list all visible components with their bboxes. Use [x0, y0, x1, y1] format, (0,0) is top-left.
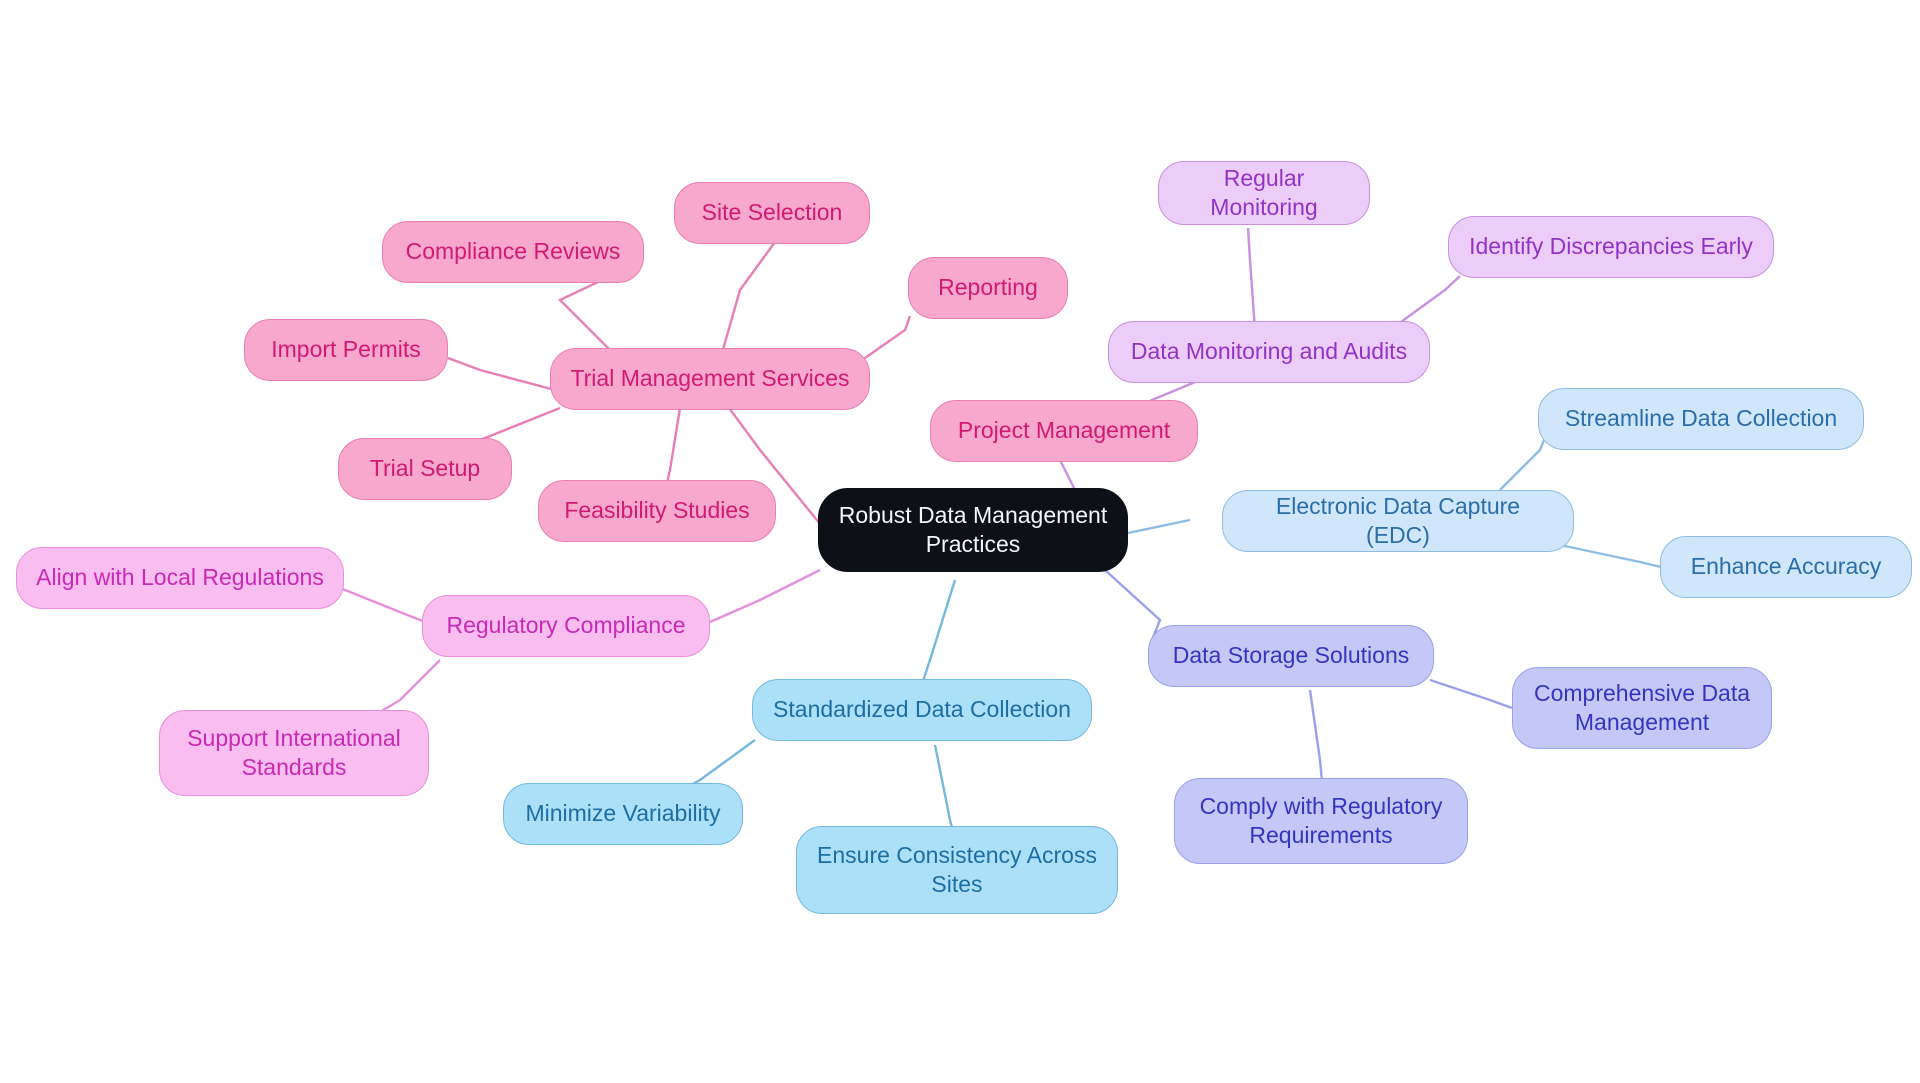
- node-comply-with-regulatory-requirements[interactable]: Comply with Regulatory Requirements: [1174, 778, 1468, 864]
- node-root[interactable]: Robust Data Management Practices: [818, 488, 1128, 572]
- node-minimize-variability[interactable]: Minimize Variability: [503, 783, 743, 845]
- node-support-international-standards[interactable]: Support International Standards: [159, 710, 429, 796]
- node-ensure-consistency-across-sites[interactable]: Ensure Consistency Across Sites: [796, 826, 1118, 914]
- node-enhance-accuracy[interactable]: Enhance Accuracy: [1660, 536, 1912, 598]
- edge-root-regulatory-compliance: [709, 568, 821, 624]
- edge-dma-regular-monitoring: [1246, 227, 1257, 331]
- node-data-storage-solutions[interactable]: Data Storage Solutions: [1148, 625, 1434, 687]
- node-feasibility-studies[interactable]: Feasibility Studies: [538, 480, 776, 542]
- edge-tms-import-permits: [447, 356, 556, 392]
- edge-edc-enhance-accuracy: [1559, 543, 1666, 570]
- node-project-management[interactable]: Project Management: [930, 400, 1198, 462]
- edge-tms-site-selection: [718, 241, 776, 361]
- node-site-selection[interactable]: Site Selection: [674, 182, 870, 244]
- edge-root-edc: [1127, 518, 1191, 535]
- edge-edc-streamline: [1499, 429, 1550, 491]
- node-identify-discrepancies-early[interactable]: Identify Discrepancies Early: [1448, 216, 1774, 278]
- edge-rc-align-local-regulations: [339, 586, 426, 624]
- edge-rc-support-international: [379, 659, 441, 714]
- node-standardized-data-collection[interactable]: Standardized Data Collection: [752, 679, 1092, 741]
- node-streamline-data-collection[interactable]: Streamline Data Collection: [1538, 388, 1864, 450]
- node-comprehensive-data-management[interactable]: Comprehensive Data Management: [1512, 667, 1772, 749]
- edge-root-standardized: [918, 579, 957, 691]
- node-electronic-data-capture-edc[interactable]: Electronic Data Capture (EDC): [1222, 490, 1574, 552]
- node-import-permits[interactable]: Import Permits: [244, 319, 448, 381]
- edge-root-data-storage: [1104, 569, 1162, 641]
- node-reporting[interactable]: Reporting: [908, 257, 1068, 319]
- mindmap-canvas: Robust Data Management Practices Trial M…: [0, 0, 1920, 1083]
- node-regulatory-compliance[interactable]: Regulatory Compliance: [422, 595, 710, 657]
- node-compliance-reviews[interactable]: Compliance Reviews: [382, 221, 644, 283]
- node-data-monitoring-and-audits[interactable]: Data Monitoring and Audits: [1108, 321, 1430, 383]
- node-trial-management-services[interactable]: Trial Management Services: [550, 348, 870, 410]
- node-trial-setup[interactable]: Trial Setup: [338, 438, 512, 500]
- node-regular-monitoring[interactable]: Regular Monitoring: [1158, 161, 1370, 225]
- edge-dss-comply-regulatory: [1308, 689, 1324, 783]
- node-align-with-local-regulations[interactable]: Align with Local Regulations: [16, 547, 344, 609]
- edge-dss-comprehensive: [1429, 678, 1513, 710]
